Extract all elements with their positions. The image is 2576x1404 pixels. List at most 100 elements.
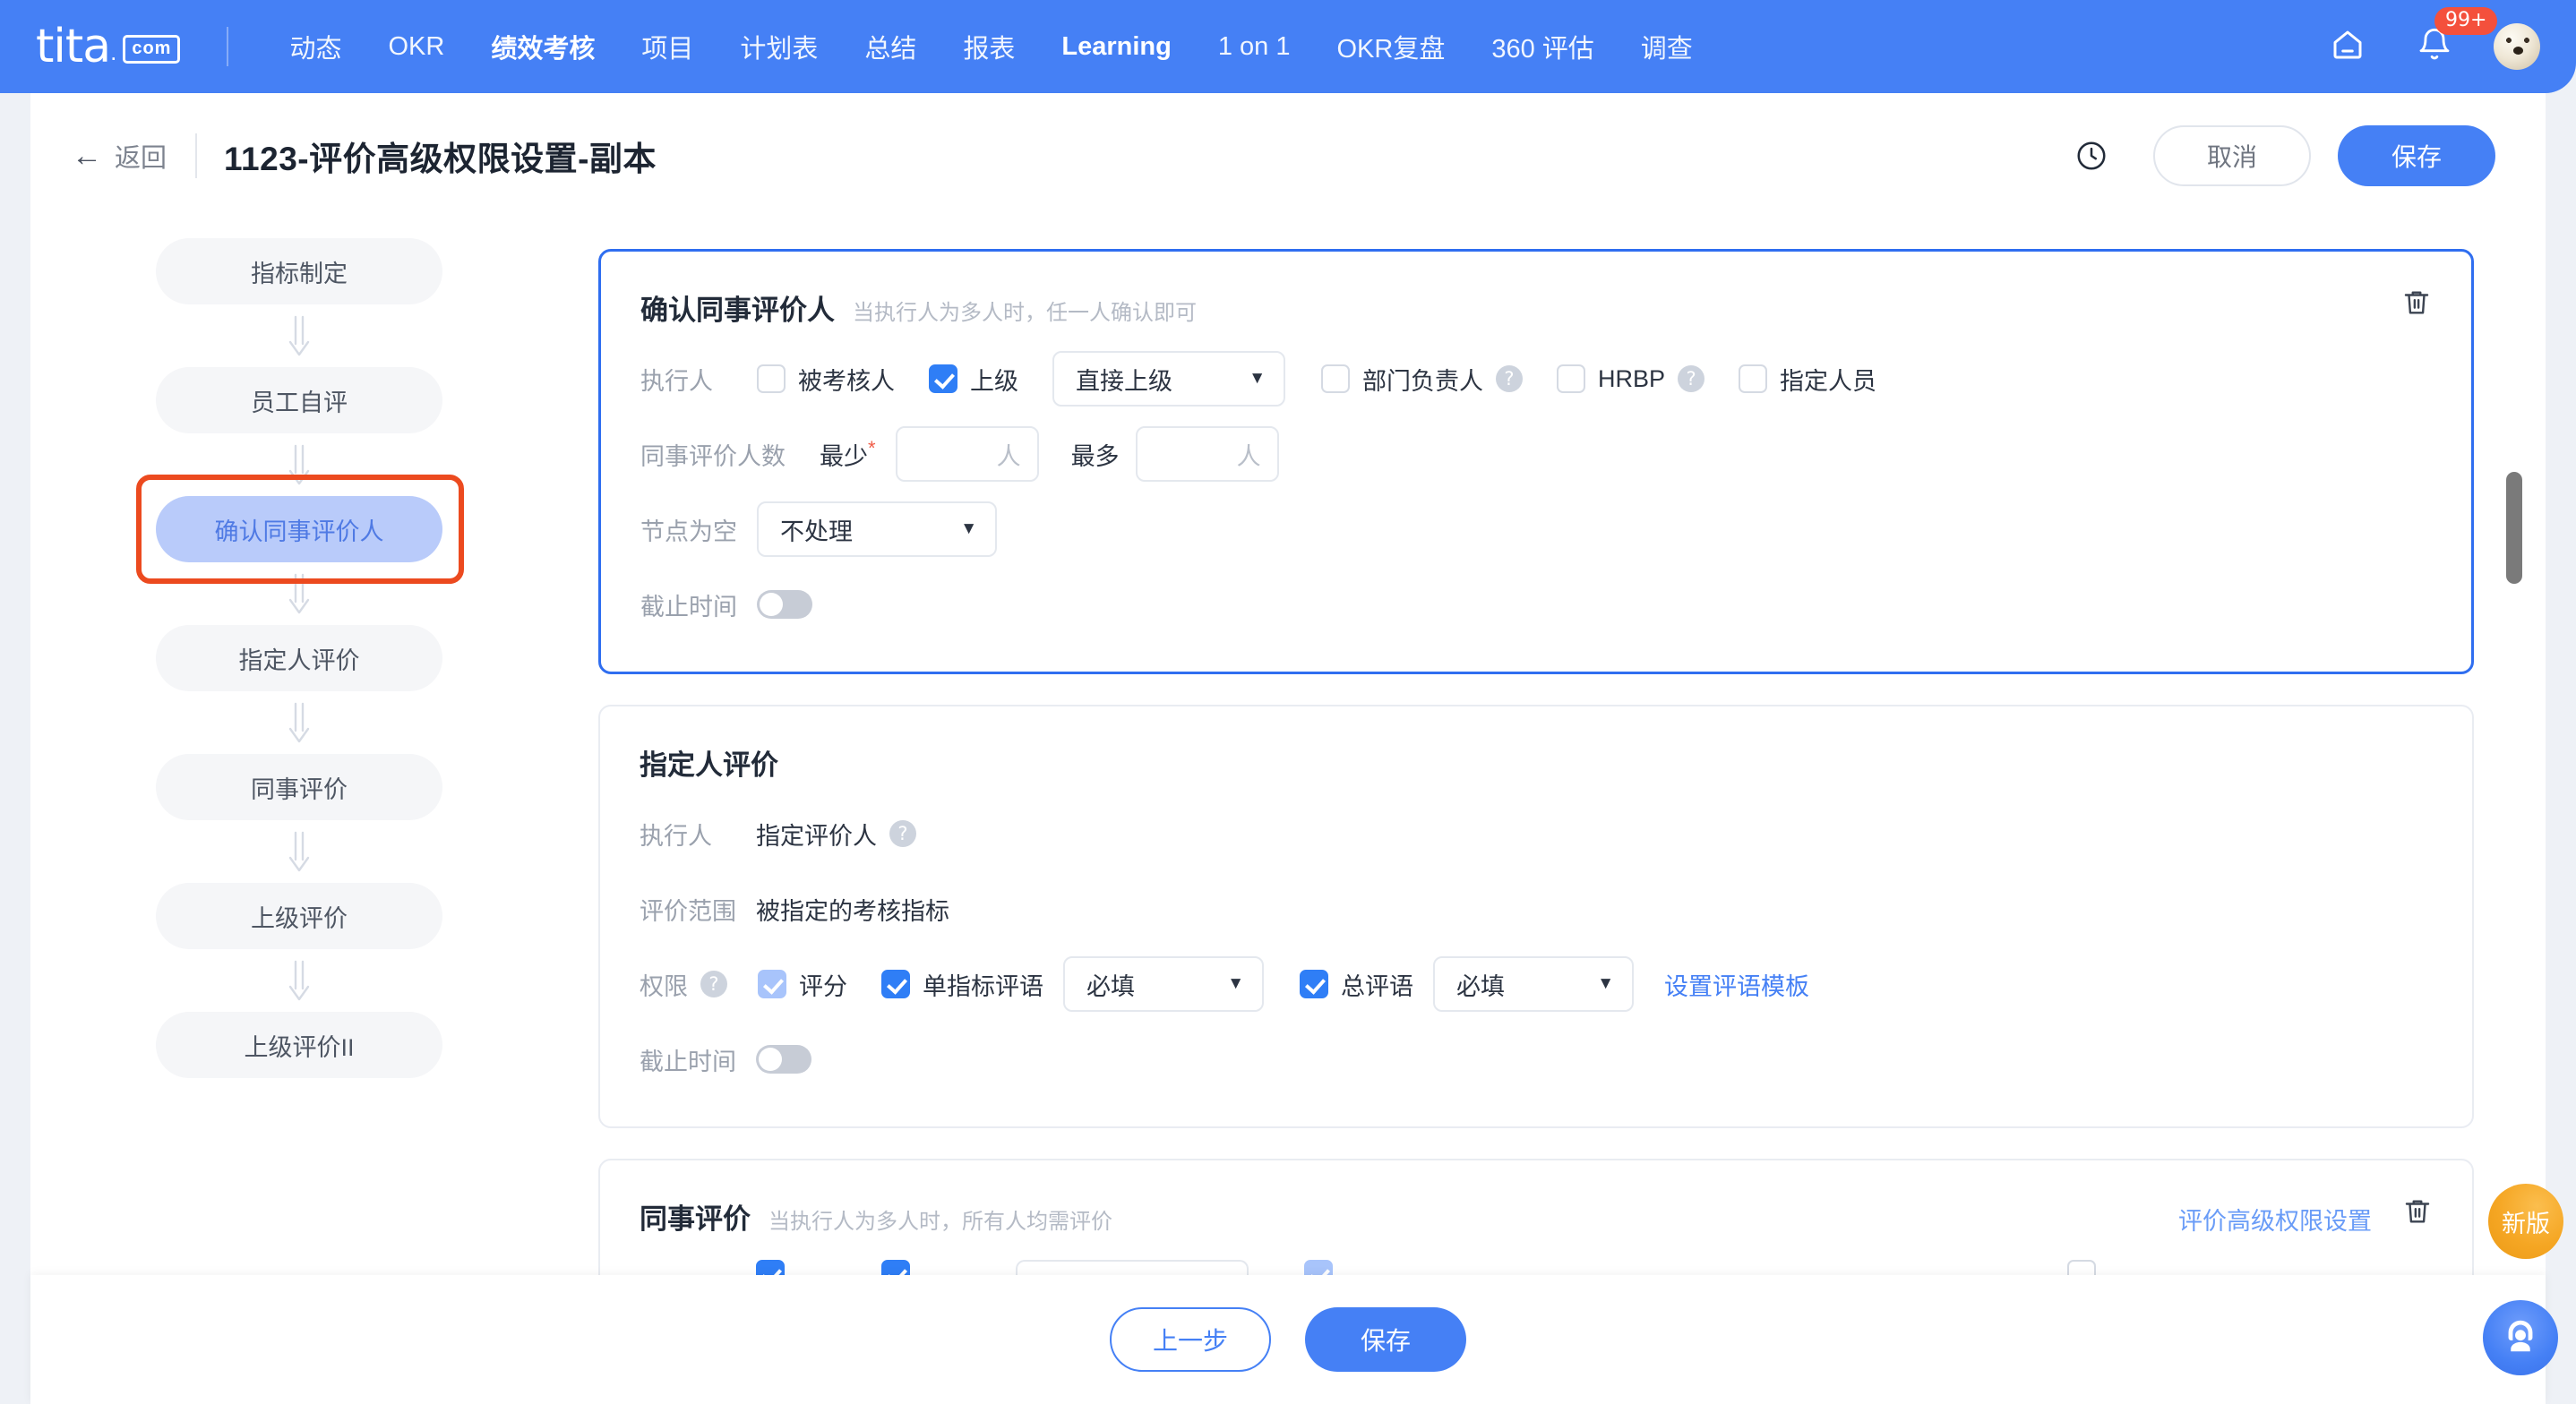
card-1-title: 确认同事评价人 — [640, 295, 835, 326]
footer-save-button[interactable]: 保存 — [1305, 1307, 1466, 1372]
help-icon-dept-head[interactable]: ? — [1496, 365, 1523, 392]
card-3-checkbox-3[interactable] — [1304, 1260, 1333, 1275]
step-item-5[interactable]: 上级评价 — [156, 883, 442, 949]
checkbox-box-0[interactable] — [757, 364, 786, 393]
comment-template-link[interactable]: 设置评语模板 — [1664, 967, 1809, 1002]
trash-icon[interactable] — [2402, 1196, 2433, 1231]
step-label-2: 确认同事评价人 — [214, 518, 384, 545]
nav-item-5[interactable]: 总结 — [841, 28, 940, 65]
step-arrow-0 — [30, 304, 568, 367]
step-item-3[interactable]: 指定人评价 — [156, 625, 442, 691]
deadline-toggle[interactable] — [757, 590, 812, 619]
nav-item-10[interactable]: 360 评估 — [1468, 28, 1617, 65]
peer-count-label: 同事评价人数 — [640, 442, 786, 470]
chevron-down-icon: ▼ — [960, 519, 977, 538]
checkbox-box-4[interactable] — [1739, 364, 1768, 393]
step-item-4[interactable]: 同事评价 — [156, 754, 442, 820]
card-2-deadline-toggle[interactable] — [756, 1045, 811, 1074]
card-1-executor-row: 执行人 被考核人 上级 直接上级 ▼ 部门负责人 ? HRBP ? 指定人员 — [640, 351, 2432, 407]
checkbox-单指标评语[interactable]: 单指标评语 — [881, 967, 1043, 1002]
empty-node-select[interactable]: 不处理 ▼ — [757, 501, 997, 557]
min-count-unit: 人 — [996, 442, 1021, 470]
footer-actions: 上一步 保存 — [30, 1275, 2546, 1404]
checkbox-部门负责人[interactable]: 部门负责人 ? — [1321, 362, 1523, 397]
nav-item-2[interactable]: 绩效考核 — [468, 28, 618, 65]
nav-item-4[interactable]: 计划表 — [717, 28, 841, 65]
nav-item-7[interactable]: Learning — [1038, 32, 1194, 62]
checkbox-被考核人[interactable]: 被考核人 — [757, 362, 895, 397]
card-2-executor-value: 指定评价人 — [756, 822, 877, 850]
nav-item-0[interactable]: 动态 — [266, 28, 365, 65]
card-2-executor-label: 执行人 — [640, 822, 712, 850]
card-3-checkbox-1[interactable] — [756, 1260, 785, 1275]
step-arrow-4 — [30, 820, 568, 883]
nav-item-9[interactable]: OKR复盘 — [1314, 28, 1469, 65]
help-icon-hrbp[interactable]: ? — [1678, 365, 1705, 392]
chevron-down-icon: ▼ — [1227, 974, 1244, 993]
prev-step-button[interactable]: 上一步 — [1110, 1307, 1271, 1372]
trash-icon[interactable] — [2401, 287, 2432, 322]
tita-logo[interactable]: tita . com — [36, 23, 181, 70]
card-2-scope-row: 评价范围 被指定的考核指标 — [640, 881, 2433, 937]
top-navigation-bar: tita . com 动态 OKR 绩效考核 项目 计划表 总结 报表 Lear… — [0, 0, 2576, 93]
home-icon[interactable] — [2329, 26, 2366, 68]
step-item-6[interactable]: 上级评价II — [156, 1012, 442, 1078]
help-icon-permission[interactable]: ? — [700, 971, 727, 997]
nav-item-8[interactable]: 1 on 1 — [1195, 32, 1314, 62]
card-3-checkbox-4[interactable] — [2067, 1260, 2096, 1275]
superior-type-select[interactable]: 直接上级 ▼ — [1052, 351, 1285, 407]
card-2-executor-row: 执行人 指定评价人 ? — [640, 806, 2433, 861]
step-wrap-6: 上级评价II — [30, 1012, 568, 1078]
advanced-permission-link[interactable]: 评价高级权限设置 — [2178, 1202, 2372, 1237]
card-designated-reviewer: 指定人评价 执行人 指定评价人 ? 评价范围 被指定的考核指标 权限 ? 评分 … — [598, 705, 2474, 1128]
cancel-button[interactable]: 取消 — [2153, 125, 2311, 186]
step-label-1: 员工自评 — [251, 389, 348, 416]
checkbox-box-1[interactable] — [929, 364, 957, 393]
checkbox-box-score[interactable] — [758, 970, 786, 998]
save-button[interactable]: 保存 — [2338, 125, 2495, 186]
max-label: 最多 — [1070, 442, 1120, 470]
permission-label: 权限 — [640, 972, 688, 1000]
card-2-permission-row: 权限 ? 评分 单指标评语 必填 ▼ 总评语 必填 ▼ 设置评语模板 — [640, 956, 2433, 1012]
help-icon-designated-reviewer[interactable]: ? — [889, 820, 916, 847]
single-comment-required-select[interactable]: 必填 ▼ — [1063, 956, 1264, 1012]
min-count-input[interactable]: 人 — [895, 426, 1039, 482]
logo-com-badge: com — [123, 35, 181, 64]
checkbox-指定人员[interactable]: 指定人员 — [1739, 362, 1876, 397]
checkbox-box-total-comment[interactable] — [1300, 970, 1328, 998]
checkbox-HRBP[interactable]: HRBP ? — [1557, 364, 1705, 393]
nav-item-11[interactable]: 调查 — [1618, 28, 1716, 65]
nav-item-1[interactable]: OKR — [365, 32, 468, 62]
step-wrap-5: 上级评价 — [30, 883, 568, 949]
back-button[interactable]: ← 返回 — [72, 137, 167, 175]
new-version-fab[interactable]: 新版 — [2488, 1184, 2563, 1259]
checkbox-box-2[interactable] — [1321, 364, 1350, 393]
step-item-0[interactable]: 指标制定 — [156, 238, 442, 304]
checkbox-label-2: 部门负责人 — [1362, 367, 1483, 395]
step-item-1[interactable]: 员工自评 — [156, 367, 442, 433]
notifications-button[interactable]: 99+ — [2417, 6, 2498, 67]
checkbox-box-3[interactable] — [1557, 364, 1585, 393]
card-1-deadline-row: 截止时间 — [640, 577, 2432, 632]
checkbox-box-single-comment[interactable] — [881, 970, 910, 998]
card-3-select[interactable] — [1016, 1260, 1249, 1275]
avatar[interactable] — [2494, 23, 2540, 70]
checkbox-总评语[interactable]: 总评语 — [1300, 967, 1413, 1002]
single-comment-required-value: 必填 — [1086, 972, 1135, 1000]
step-item-2[interactable]: 确认同事评价人 — [156, 496, 442, 562]
step-wrap-4: 同事评价 — [30, 754, 568, 820]
header-divider — [195, 133, 198, 178]
checkbox-评分[interactable]: 评分 — [758, 967, 847, 1002]
max-count-input[interactable]: 人 — [1135, 426, 1279, 482]
content-scrollbar[interactable] — [2506, 218, 2522, 1275]
nav-item-6[interactable]: 报表 — [940, 28, 1038, 65]
nav-item-3[interactable]: 项目 — [618, 28, 717, 65]
max-count-unit: 人 — [1236, 442, 1261, 470]
scrollbar-thumb[interactable] — [2506, 472, 2522, 584]
clock-icon[interactable] — [2074, 139, 2108, 173]
support-fab[interactable] — [2483, 1300, 2558, 1375]
total-comment-required-select[interactable]: 必填 ▼ — [1433, 956, 1634, 1012]
step-wrap-3: 指定人评价 — [30, 625, 568, 691]
checkbox-上级[interactable]: 上级 — [929, 362, 1018, 397]
card-3-checkbox-2[interactable] — [881, 1260, 910, 1275]
